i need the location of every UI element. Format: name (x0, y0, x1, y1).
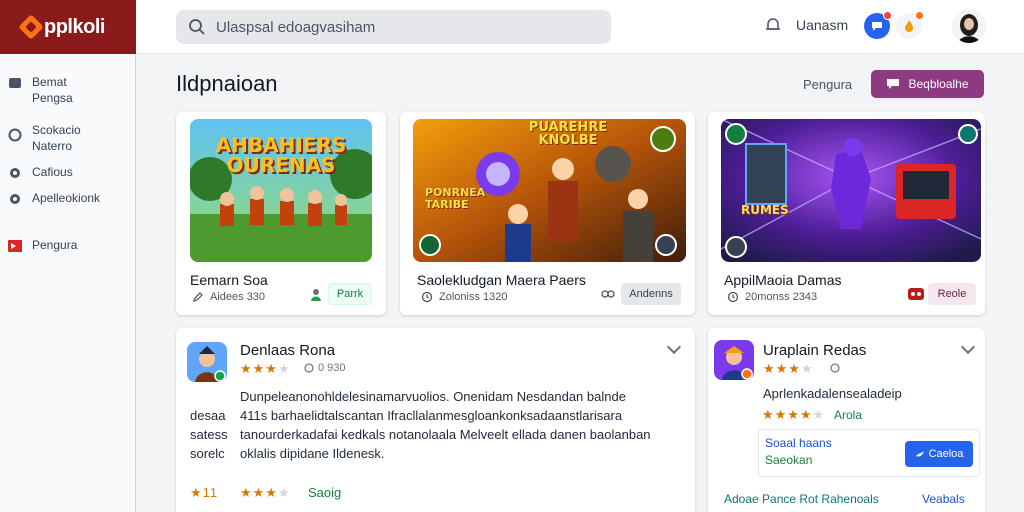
search-input[interactable] (216, 18, 596, 36)
logo-mark-icon (18, 14, 44, 40)
game-art-subtitle: PONRNEA TARIBE (425, 186, 486, 211)
sidebar: Bemat Pengsa Scokacio Naterro Cafious Ap… (0, 54, 136, 512)
review-subtitle: Aprlenkadalensealadeip (763, 386, 902, 401)
game-thumbnail[interactable]: AHBAHIERS OURENAS (190, 119, 372, 262)
game-card[interactable]: AHBAHIERS OURENAS Eemarn Soa Aidees 330 … (176, 112, 386, 315)
sidebar-item-pengura[interactable]: Pengura (8, 237, 77, 253)
clock-icon (830, 363, 840, 373)
review-side-word: satess (190, 427, 228, 442)
dot-icon (10, 194, 20, 204)
alert-badge (915, 11, 924, 20)
card-chip[interactable]: Parrk (328, 283, 372, 305)
review-text-line: oklalis dipidane Ildenesk. (240, 446, 385, 461)
bird-icon (915, 451, 924, 457)
game-thumbnail[interactable]: RUMES (721, 119, 981, 262)
review-side-word: sorelc (190, 446, 225, 461)
profile-photo-icon (952, 9, 986, 43)
messages-button[interactable] (864, 11, 892, 39)
game-art-title: PUAREHRE KNOLBE (528, 120, 608, 148)
sidebar-item-label: Scokacio Naterro (32, 123, 81, 153)
chat-bubble-icon (887, 79, 900, 89)
footer-link[interactable]: Adoae Pance Rot Rahenoals (724, 492, 879, 506)
game-card[interactable]: RUMES AppilMaoia Damas 20monss 2343 Reol… (708, 112, 985, 315)
rating-label: Arola (834, 408, 863, 422)
game-artwork-image (721, 119, 981, 262)
sidebar-item-bemat[interactable]: Bemat Pengsa (8, 74, 82, 106)
review-text-line: tanourderkadafai kedkals notanolaala Mel… (240, 427, 651, 442)
primary-action-button[interactable]: Beqbloalhe (871, 70, 984, 98)
sidebar-item-label: Bemat Pengsa (32, 75, 73, 105)
review-stars-secondary: ★★★★★ (762, 407, 826, 422)
info-box-line2: Saeokan (765, 453, 813, 467)
reviewer-avatar-image (714, 340, 754, 380)
logo-text: pplkoli (44, 15, 105, 38)
sidebar-item-label: Cafious (32, 165, 73, 179)
search-bar[interactable] (176, 10, 611, 44)
game-art-title: RUMES (741, 203, 789, 217)
review-stars: ★★★★ (240, 361, 291, 376)
info-box: Soaal haans Saeokan Caeloa (758, 429, 980, 477)
info-box-button[interactable]: Caeloa (905, 441, 973, 467)
game-card[interactable]: PUAREHRE KNOLBE PONRNEA TARIBE Saoleklud… (400, 112, 695, 315)
reviewer-avatar[interactable] (187, 342, 227, 382)
sidebar-item-label: Pengura (32, 238, 78, 252)
info-box-line1: Soaal haans (765, 436, 832, 450)
card-meta: 20monss 2343 (727, 291, 817, 303)
sidebar-item-scokacio[interactable]: Scokacio Naterro (8, 122, 92, 154)
gamepad-icon (908, 288, 924, 300)
expand-chevron-icon[interactable] (960, 339, 976, 355)
card-chip[interactable]: Reole (928, 283, 976, 305)
user-name[interactable]: Uanasm (796, 17, 848, 33)
clock-icon (304, 363, 314, 373)
primary-action-label: Beqbloalhe (908, 77, 969, 91)
review-card: Denlaas Rona ★★★★ 0 930 desaa satess sor… (176, 328, 695, 512)
alerts-button[interactable] (896, 11, 924, 39)
user-avatar[interactable] (952, 9, 986, 43)
game-thumbnail[interactable]: PUAREHRE KNOLBE PONRNEA TARIBE (413, 119, 686, 262)
expand-chevron-icon[interactable] (666, 339, 682, 355)
sidebar-item-label: Apelleokionk (32, 191, 101, 205)
review-text-line: Dunpeleanonohldelesinamarvuolios. Onenid… (240, 389, 626, 404)
game-art-title: AHBAHIERS OURENAS (215, 133, 347, 177)
card-meta: Aidees 330 (192, 291, 265, 303)
unread-badge (883, 11, 892, 20)
user-icon (311, 289, 321, 301)
briefcase-icon (9, 78, 21, 88)
review-text-line: 411s barhaelidtalscantan Ifracllalanmesg… (240, 408, 623, 423)
sidebar-item-apelleokionk[interactable]: Apelleokionk (8, 190, 100, 206)
card-title: AppilMaoia Damas (724, 272, 842, 288)
search-icon (189, 19, 205, 35)
reviewer-name: Denlaas Rona (240, 342, 336, 359)
reviewer-avatar-image (187, 342, 227, 382)
card-chip[interactable]: Andenns (621, 283, 681, 305)
clock-icon (727, 291, 739, 303)
review-count: 0 930 (304, 362, 346, 374)
card-title: Saolekludgan Maera Paers (417, 272, 586, 288)
top-bar: pplkoli Uanasm (0, 0, 1024, 54)
notification-icon[interactable] (764, 16, 782, 34)
review-card: Uraplain Redas ★★★★ Aprlenkadalensealade… (708, 328, 985, 512)
app-logo[interactable]: pplkoli (0, 0, 136, 54)
filter-dropdown[interactable]: Pengura (803, 77, 852, 92)
footer-link-secondary[interactable]: Veabals (922, 492, 965, 506)
card-title: Eemarn Soa (190, 272, 268, 288)
chat-icon (872, 22, 882, 31)
footer-stars: ★★★★ (240, 485, 291, 500)
page-title: Ildpnaioan (176, 71, 278, 96)
reviewer-name: Uraplain Redas (763, 342, 867, 359)
gamepad-icon (601, 290, 615, 298)
reviewer-avatar[interactable] (714, 340, 754, 380)
sidebar-item-cafious[interactable]: Cafious (8, 164, 73, 180)
circle-icon (8, 128, 22, 142)
card-meta: Zoloniss 1320 (421, 291, 508, 303)
footer-link[interactable]: Saoig (308, 485, 341, 500)
clock-icon (421, 291, 433, 303)
flag-icon (8, 240, 22, 252)
edit-icon (193, 292, 203, 302)
review-stars: ★★★★ (763, 361, 814, 376)
footer-prefix: ★11 (190, 485, 219, 500)
dot-icon (10, 168, 20, 178)
review-side-word: desaa (190, 408, 226, 423)
fire-icon (905, 20, 913, 32)
